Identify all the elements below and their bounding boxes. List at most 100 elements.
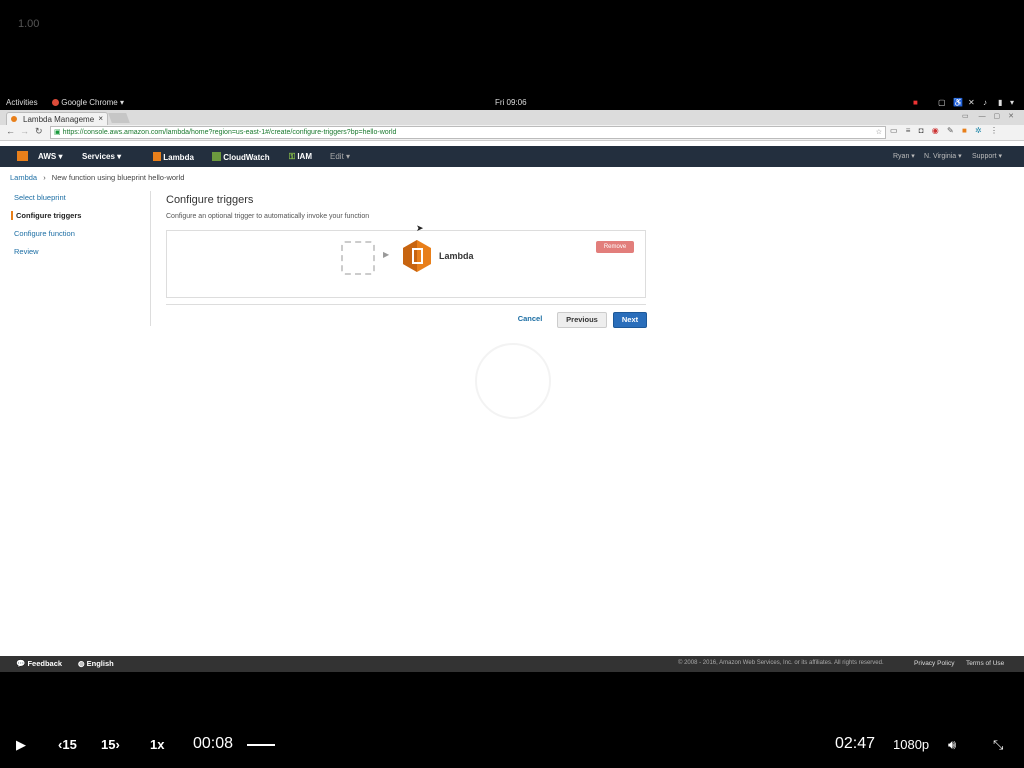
extension-icons: ▭ ≡ ◘ ◉ ✎ ■ ✲ ⋮ [890, 126, 998, 135]
breadcrumb-separator-icon: › [43, 173, 46, 182]
console-footer: 💬 Feedback ◍ English © 2008 - 2016, Amaz… [0, 656, 1024, 672]
orange-extension-icon[interactable]: ■ [962, 126, 967, 135]
quality-button[interactable]: 1080p [893, 737, 929, 752]
play-icon[interactable]: ▶ [16, 737, 26, 753]
previous-button[interactable]: Previous [557, 312, 607, 328]
edit-menu[interactable]: Edit ▾ [330, 152, 350, 161]
new-tab-button[interactable] [108, 113, 130, 123]
section-divider [166, 304, 646, 305]
network-icon[interactable]: ✕ [968, 98, 975, 107]
profile-icon[interactable]: ▭ [962, 113, 969, 120]
gnome-top-bar: Activities Google Chrome ▾ Fri 09:06 ■ ▢… [0, 95, 1024, 110]
services-menu-label: Services [82, 152, 115, 161]
reload-icon[interactable]: ↻ [35, 126, 43, 137]
account-menu[interactable]: Ryan ▾ [893, 152, 915, 160]
url-text: https://console.aws.amazon.com/lambda/ho… [62, 129, 397, 136]
address-bar[interactable]: ▣ https://console.aws.amazon.com/lambda/… [50, 126, 886, 139]
forward-icon: › [115, 737, 120, 752]
edit-menu-label: Edit [330, 152, 344, 161]
accessibility-icon[interactable]: ♿ [953, 98, 963, 107]
progress-bar[interactable] [247, 744, 275, 746]
step-review[interactable]: Review [14, 247, 39, 256]
tab-close-icon[interactable]: × [98, 114, 103, 123]
chrome-menu-icon[interactable]: ⋮ [990, 126, 998, 135]
bookmark-star-icon[interactable]: ☆ [876, 127, 882, 138]
lambda-function-icon [403, 240, 431, 277]
page-description: Configure an optional trigger to automat… [166, 213, 370, 220]
activities-button[interactable]: Activities [6, 98, 38, 107]
recording-icon[interactable]: ■ [913, 98, 918, 107]
aws-logo-icon[interactable] [17, 151, 28, 161]
minimize-icon[interactable]: — [979, 113, 986, 120]
iam-shortcut[interactable]: ⚿ IAM [289, 152, 312, 162]
step-select-blueprint[interactable]: Select blueprint [14, 193, 66, 202]
cloudwatch-shortcut[interactable]: CloudWatch [212, 152, 270, 162]
duration: 02:47 [835, 735, 876, 752]
step-configure-triggers[interactable]: Configure triggers [11, 211, 81, 220]
current-time: 00:08 [193, 735, 234, 752]
clock[interactable]: Fri 09:06 [495, 98, 527, 107]
breadcrumb-current: New function using blueprint hello-world [51, 173, 185, 182]
privacy-policy-link[interactable]: Privacy Policy [914, 660, 954, 667]
forward-label: 15 [101, 737, 116, 752]
page-title: Configure triggers [166, 194, 254, 206]
pocket-icon[interactable]: ◘ [919, 126, 924, 135]
feedback-icon: 💬 [16, 659, 26, 668]
copyright-text: © 2008 - 2016, Amazon Web Services, Inc.… [678, 660, 884, 666]
iam-shortcut-label: IAM [297, 152, 312, 161]
play-overlay-icon[interactable] [475, 343, 551, 419]
lambda-icon [153, 152, 161, 161]
services-menu[interactable]: Services ▾ [82, 152, 121, 161]
battery-icon[interactable]: ▮ [998, 98, 1002, 107]
lambda-shortcut[interactable]: Lambda [153, 152, 194, 162]
volume-icon[interactable]: 🔊︎ [948, 737, 956, 753]
window-controls: ▭ — ▢ ✕ [962, 112, 1014, 120]
ublock-icon[interactable]: ◉ [932, 126, 939, 135]
trigger-placeholder[interactable] [341, 241, 375, 275]
forward-icon[interactable]: → [20, 126, 29, 136]
cancel-button[interactable]: Cancel [512, 312, 548, 326]
account-menu-label: Ryan [893, 153, 910, 160]
iam-icon: ⚿ [289, 152, 296, 161]
wizard-steps: Select blueprint Configure triggers Conf… [0, 191, 151, 326]
mouse-cursor-icon: ➤ [416, 223, 424, 233]
recorded-screen: Activities Google Chrome ▾ Fri 09:06 ■ ▢… [0, 95, 1024, 672]
region-menu-label: N. Virginia [924, 153, 957, 160]
function-label: Lambda [439, 251, 474, 261]
maximize-icon[interactable]: ▢ [994, 113, 1001, 120]
layers-icon[interactable]: ≡ [906, 126, 911, 135]
rewind-button[interactable]: ‹15 [58, 737, 77, 752]
pen-icon[interactable]: ✎ [947, 126, 954, 135]
cast-icon[interactable]: ▭ [890, 126, 898, 135]
globe-icon: ◍ [78, 659, 85, 668]
close-window-icon[interactable]: ✕ [1008, 113, 1014, 120]
region-menu[interactable]: N. Virginia ▾ [924, 152, 962, 160]
window-icon[interactable]: ▢ [938, 98, 946, 107]
remove-button[interactable]: Remove [596, 241, 634, 253]
support-menu[interactable]: Support ▾ [972, 152, 1002, 160]
playback-rate-button[interactable]: 1x [150, 737, 164, 752]
next-button[interactable]: Next [613, 312, 647, 328]
browser-toolbar: ← → ↻ ▣ https://console.aws.amazon.com/l… [0, 125, 1024, 141]
lambda-shortcut-label: Lambda [163, 153, 194, 162]
chrome-icon [52, 99, 59, 106]
exit-fullscreen-icon[interactable]: ⤡ [993, 737, 1003, 753]
back-icon[interactable]: ← [6, 126, 15, 136]
tools-extension-icon[interactable]: ✲ [975, 126, 982, 135]
aws-menu[interactable]: AWS ▾ [38, 152, 62, 161]
feedback-link[interactable]: 💬 Feedback [16, 659, 62, 668]
language-selector[interactable]: ◍ English [78, 659, 114, 668]
cloudwatch-icon [212, 152, 221, 161]
step-configure-function[interactable]: Configure function [14, 229, 75, 238]
tab-title: Lambda Manageme [23, 115, 95, 124]
terms-of-use-link[interactable]: Terms of Use [966, 660, 1004, 667]
arrow-right-icon: ▶ [383, 250, 390, 259]
aws-menu-label: AWS [38, 152, 57, 161]
browser-tab[interactable]: Lambda Manageme × [6, 112, 108, 126]
app-menu[interactable]: Google Chrome ▾ [52, 98, 124, 107]
cloudwatch-shortcut-label: CloudWatch [223, 153, 270, 162]
volume-icon[interactable]: ♪ [983, 98, 987, 107]
forward-button[interactable]: 15› [101, 737, 120, 752]
system-menu-icon[interactable]: ▾ [1010, 98, 1014, 107]
breadcrumb-root-link[interactable]: Lambda [10, 173, 37, 182]
